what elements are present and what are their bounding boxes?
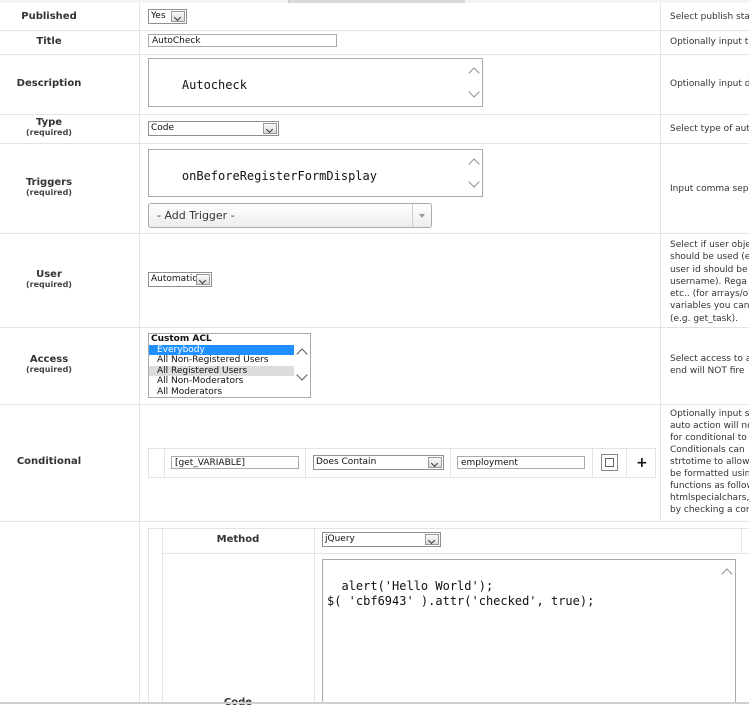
label-triggers-text: Triggers — [25, 177, 73, 188]
description-textarea[interactable]: Autocheck — [148, 58, 483, 107]
label-access: Access (required) — [0, 355, 98, 375]
help-triggers: Input comma sep — [670, 184, 749, 194]
help-access-line: end will NOT fire — [670, 366, 745, 376]
chevron-down-icon — [171, 11, 185, 22]
scrollbar[interactable] — [466, 150, 482, 196]
scroll-down-icon — [468, 86, 480, 98]
type-select[interactable]: Code — [148, 121, 279, 136]
method-select-value: jQuery — [325, 534, 355, 544]
help-user-line: user id should be — [670, 264, 748, 275]
triggers-textarea[interactable]: onBeforeRegisterFormDisplay — [148, 149, 483, 197]
help-user-line: username). Rega — [670, 276, 747, 287]
help-access: Select access to a end will NOT fire — [670, 353, 749, 377]
help-access-line: Select access to a — [670, 354, 749, 364]
help-user-line: should be used (e — [670, 252, 749, 263]
chevron-down-icon — [428, 457, 442, 468]
published-select[interactable]: Yes — [148, 9, 187, 24]
help-type: Select type of aut — [670, 124, 749, 134]
label-user-required: (required) — [26, 280, 72, 289]
add-trigger-label: - Add Trigger - — [157, 209, 235, 222]
scroll-up-icon — [468, 158, 480, 170]
listbox-option[interactable]: All Non-Moderators — [149, 376, 310, 387]
scroll-up-icon — [296, 348, 308, 360]
published-select-value: Yes — [151, 11, 166, 21]
help-conditional-line: functions as follow — [670, 481, 749, 491]
listbox-option[interactable]: All Registered Users — [149, 365, 294, 376]
label-conditional: Conditional — [16, 456, 82, 467]
help-conditional-line: Optionally input s — [670, 409, 749, 419]
help-user-line: variables you can — [670, 301, 749, 312]
help-published: Select publish sta — [670, 12, 749, 22]
label-access-required: (required) — [26, 365, 72, 374]
help-conditional-line: strtotime to allow — [670, 457, 749, 467]
user-select[interactable]: Automatic — [148, 272, 212, 287]
method-select[interactable]: jQuery — [322, 532, 441, 547]
scroll-down-icon — [468, 176, 480, 188]
label-published: Published — [21, 11, 77, 22]
label-user-text: User — [36, 269, 62, 280]
access-listbox[interactable]: Custom ACL Everybody All Non-Registered … — [148, 333, 311, 398]
code-text: alert('Hello World'); $( 'cbf6943' ).att… — [327, 579, 595, 608]
help-conditional-line: Conditionals can — [670, 445, 745, 455]
listbox-option[interactable]: All Moderators — [149, 387, 310, 398]
label-method: Method — [216, 534, 260, 545]
description-text: Autocheck — [181, 78, 247, 92]
add-conditional-button[interactable]: + — [636, 455, 648, 471]
label-type: Type (required) — [0, 118, 98, 138]
help-conditional-line: be formatted usin — [670, 469, 749, 479]
user-select-value: Automatic — [151, 274, 198, 284]
conditional-checkbox[interactable] — [601, 454, 618, 471]
listbox-option[interactable]: All Non-Registered Users — [149, 355, 310, 366]
label-user: User (required) — [0, 270, 98, 290]
help-conditional-line: by checking a cor — [670, 505, 749, 515]
help-user: Select if user obje should be used (e us… — [670, 239, 749, 325]
scroll-up-icon — [721, 568, 733, 580]
help-conditional-line: for conditional to — [670, 433, 747, 443]
dropdown-arrow-icon — [412, 204, 431, 227]
row-title: Title AutoCheck Optionally input ti — [0, 30, 749, 55]
row-description: Description Autocheck Optionally input d — [0, 54, 749, 115]
listbox-option[interactable]: Everybody — [149, 344, 294, 355]
row-user: User (required) Automatic Select if user… — [0, 233, 749, 328]
scrollbar[interactable] — [466, 59, 482, 106]
scrollbar[interactable] — [294, 334, 310, 397]
conditional-value-input[interactable]: employment — [457, 456, 585, 469]
code-textarea[interactable]: alert('Hello World'); $( 'cbf6943' ).att… — [322, 559, 736, 704]
scroll-up-icon — [468, 67, 480, 79]
help-user-line: (e.g. get_task). — [670, 313, 738, 324]
label-title: Title — [36, 36, 62, 47]
conditional-field-input[interactable]: [get_VARIABLE] — [171, 456, 299, 469]
label-type-text: Type — [35, 117, 63, 128]
label-triggers: Triggers (required) — [0, 178, 98, 198]
chevron-down-icon — [425, 534, 439, 545]
triggers-text: onBeforeRegisterFormDisplay — [181, 169, 377, 183]
scrollbar[interactable] — [719, 560, 735, 704]
title-input[interactable]: AutoCheck — [148, 34, 337, 47]
add-trigger-select[interactable]: - Add Trigger - — [148, 203, 432, 228]
label-type-required: (required) — [26, 128, 72, 137]
label-description: Description — [16, 78, 82, 89]
help-user-line: etc.. (for arrays/o — [670, 289, 749, 300]
listbox-group-label: Custom ACL — [151, 334, 212, 344]
chevron-down-icon — [196, 274, 210, 285]
label-access-text: Access — [29, 354, 69, 365]
help-conditional-line: auto action will no — [670, 421, 749, 431]
help-title: Optionally input ti — [670, 37, 749, 47]
row-published: Published Yes Select publish sta — [0, 3, 749, 31]
chevron-down-icon — [263, 123, 277, 134]
type-select-value: Code — [151, 123, 175, 133]
help-user-line: Select if user obje — [670, 240, 749, 250]
row-type: Type (required) Code Select type of aut — [0, 114, 749, 144]
help-description: Optionally input d — [670, 79, 749, 89]
help-conditional-line: htmlspecialchars, — [670, 493, 749, 503]
label-triggers-required: (required) — [26, 188, 72, 197]
operator-select-value: Does Contain — [316, 457, 377, 467]
row-access: Access (required) Select access to a end… — [0, 327, 749, 405]
help-conditional: Optionally input s auto action will no f… — [670, 408, 749, 516]
scroll-down-icon — [296, 369, 308, 381]
conditional-operator-select[interactable]: Does Contain — [313, 455, 444, 470]
